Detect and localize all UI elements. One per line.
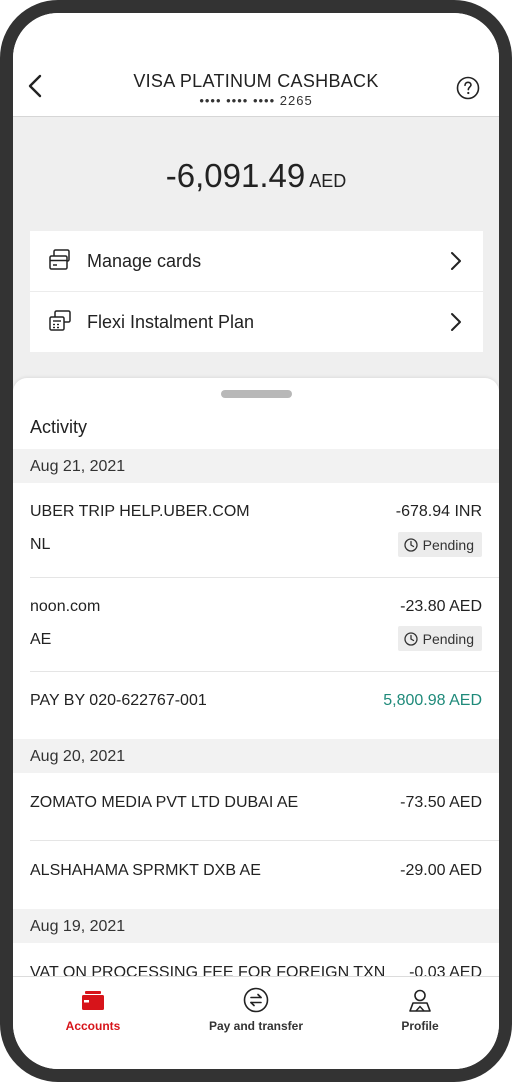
flexi-instalment-label: Flexi Instalment Plan bbox=[87, 312, 255, 332]
transaction-amount: -73.50 AED bbox=[400, 794, 482, 811]
card-title: VISA PLATINUM CASHBACK bbox=[133, 71, 379, 91]
transaction-name: UBER TRIP HELP.UBER.COM bbox=[30, 503, 250, 520]
wallet-icon bbox=[82, 991, 104, 1010]
transaction-row[interactable]: ZOMATO MEDIA PVT LTD DUBAI AE -73.50 AED bbox=[13, 773, 499, 840]
screen: VISA PLATINUM CASHBACK •••• •••• •••• 22… bbox=[13, 13, 499, 1069]
tab-label: Accounts bbox=[65, 1019, 121, 1033]
transaction-amount: -23.80 AED bbox=[400, 598, 482, 615]
pending-badge: Pending bbox=[397, 626, 482, 651]
manage-cards-item[interactable]: Manage cards bbox=[30, 231, 483, 292]
transaction-row[interactable]: ALSHAHAMA SPRMKT DXB AE -29.00 AED bbox=[13, 841, 499, 909]
date-header: Aug 20, 2021 bbox=[13, 739, 499, 773]
tab-label: Profile bbox=[401, 1019, 439, 1033]
date-label: Aug 19, 2021 bbox=[30, 918, 126, 935]
transaction-name: ZOMATO MEDIA PVT LTD DUBAI AE bbox=[30, 794, 299, 811]
transaction-country: NL bbox=[30, 536, 51, 553]
activity-heading: Activity bbox=[30, 417, 88, 437]
activity-sheet: Activity Aug 21, 2021 UBER TRIP HELP.UBE… bbox=[13, 378, 499, 981]
phone-frame: VISA PLATINUM CASHBACK •••• •••• •••• 22… bbox=[0, 0, 512, 1082]
balance-amount: -6,091.49 bbox=[165, 157, 306, 194]
transaction-country: AE bbox=[30, 631, 52, 648]
balance: -6,091.49 AED bbox=[13, 157, 499, 195]
drag-handle[interactable] bbox=[221, 390, 292, 398]
chevron-right-icon bbox=[451, 313, 461, 331]
clock-icon bbox=[403, 537, 418, 552]
clock-icon bbox=[403, 631, 418, 646]
balance-currency: AED bbox=[309, 171, 347, 191]
transaction-amount: 5,800.98 AED bbox=[383, 692, 482, 709]
tab-profile[interactable]: Profile bbox=[345, 977, 495, 1047]
balance-summary: -6,091.49 AED Manage cards Flexi Instalm… bbox=[13, 117, 499, 390]
date-header: Aug 21, 2021 bbox=[13, 449, 499, 483]
transfer-icon bbox=[243, 987, 269, 1013]
date-header: Aug 19, 2021 bbox=[13, 909, 499, 943]
tab-label: Pay and transfer bbox=[208, 1019, 304, 1033]
chevron-right-icon bbox=[451, 252, 461, 270]
masked-card-number: •••• •••• •••• 2265 bbox=[199, 93, 313, 108]
header: VISA PLATINUM CASHBACK •••• •••• •••• 22… bbox=[13, 13, 499, 117]
pending-label: Pending bbox=[422, 536, 474, 553]
tab-accounts[interactable]: Accounts bbox=[18, 977, 168, 1047]
transaction-name: noon.com bbox=[30, 598, 101, 615]
help-circle-icon[interactable] bbox=[456, 76, 480, 100]
transaction-amount: -678.94 INR bbox=[395, 503, 482, 520]
pending-label: Pending bbox=[422, 630, 474, 647]
manage-cards-label: Manage cards bbox=[87, 251, 202, 271]
profile-icon bbox=[409, 989, 431, 1012]
instalment-icon bbox=[49, 310, 71, 331]
pending-badge: Pending bbox=[397, 532, 482, 557]
transaction-amount: -29.00 AED bbox=[400, 862, 482, 879]
transaction-row[interactable]: noon.com -23.80 AED AE Pending bbox=[13, 578, 499, 672]
transaction-name: PAY BY 020-622767-001 bbox=[30, 692, 207, 709]
flexi-instalment-item[interactable]: Flexi Instalment Plan bbox=[30, 292, 483, 352]
date-label: Aug 20, 2021 bbox=[30, 748, 126, 765]
transaction-row[interactable]: UBER TRIP HELP.UBER.COM -678.94 INR NL P… bbox=[13, 483, 499, 577]
transaction-name: ALSHAHAMA SPRMKT DXB AE bbox=[30, 862, 261, 879]
date-label: Aug 21, 2021 bbox=[30, 458, 126, 475]
bottom-tab-bar: Accounts Pay and transfer Profile bbox=[13, 976, 499, 1069]
transaction-row[interactable]: PAY BY 020-622767-001 5,800.98 AED bbox=[13, 672, 499, 739]
card-actions-menu: Manage cards Flexi Instalment Plan bbox=[30, 231, 483, 352]
cards-icon bbox=[49, 249, 70, 270]
tab-pay-and-transfer[interactable]: Pay and transfer bbox=[181, 977, 331, 1047]
